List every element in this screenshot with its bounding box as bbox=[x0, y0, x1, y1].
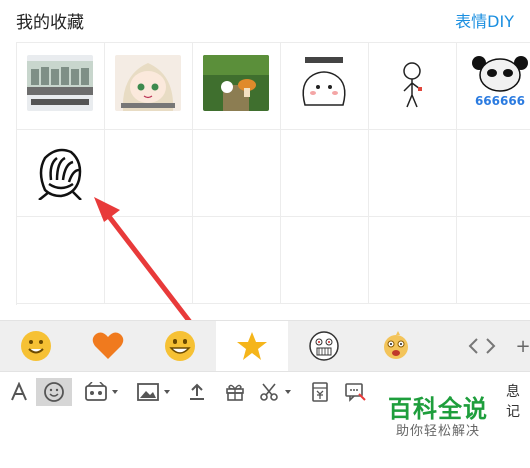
watermark-logo: 百科全说 助你轻松解决 bbox=[372, 385, 504, 441]
favorites-star-tab[interactable] bbox=[216, 321, 288, 371]
add-tab-icon[interactable]: + bbox=[515, 321, 530, 371]
chevron-down-icon bbox=[164, 390, 170, 394]
heart-tab[interactable] bbox=[72, 321, 144, 371]
cartoon-tab[interactable] bbox=[360, 321, 432, 371]
tab-scroll-arrows[interactable] bbox=[460, 321, 504, 371]
emoji-icon bbox=[44, 382, 64, 402]
red-packet-button[interactable] bbox=[308, 378, 332, 406]
gift-icon bbox=[226, 384, 244, 401]
grin-face-icon bbox=[165, 331, 195, 361]
gif-icon bbox=[85, 382, 107, 401]
chevron-left-right-icon bbox=[468, 338, 496, 354]
chat-record-button[interactable] bbox=[342, 378, 368, 406]
emoji-category-tabs: + bbox=[0, 320, 530, 372]
cartoon-face-icon bbox=[384, 331, 408, 359]
emoji-button[interactable] bbox=[36, 378, 72, 406]
chevron-down-icon bbox=[285, 390, 291, 394]
upload-button[interactable] bbox=[184, 378, 210, 406]
heart-icon bbox=[92, 332, 124, 359]
rage-face-icon bbox=[309, 331, 339, 361]
red-packet-icon bbox=[312, 382, 328, 402]
emoji-face-tab[interactable] bbox=[0, 321, 72, 371]
gif-button[interactable] bbox=[80, 378, 122, 406]
font-button[interactable] bbox=[6, 378, 32, 406]
screenshot-chat-icon bbox=[345, 383, 366, 402]
rage-face-tab[interactable] bbox=[288, 321, 360, 371]
watermark-subtitle: 助你轻松解决 bbox=[395, 424, 480, 439]
image-icon bbox=[137, 383, 159, 401]
star-icon bbox=[237, 332, 267, 360]
screenshot-button[interactable] bbox=[256, 378, 294, 406]
gift-button[interactable] bbox=[222, 378, 248, 406]
upload-icon bbox=[190, 383, 204, 400]
image-button[interactable] bbox=[132, 378, 174, 406]
chevron-down-icon bbox=[112, 390, 118, 394]
watermark-title: 百科全说 bbox=[388, 395, 488, 423]
message-history-label[interactable]: 息记 bbox=[506, 381, 530, 421]
scissors-icon bbox=[260, 383, 278, 401]
smile-tab[interactable] bbox=[144, 321, 216, 371]
smiley-face-icon bbox=[21, 331, 51, 361]
font-icon bbox=[11, 382, 27, 401]
